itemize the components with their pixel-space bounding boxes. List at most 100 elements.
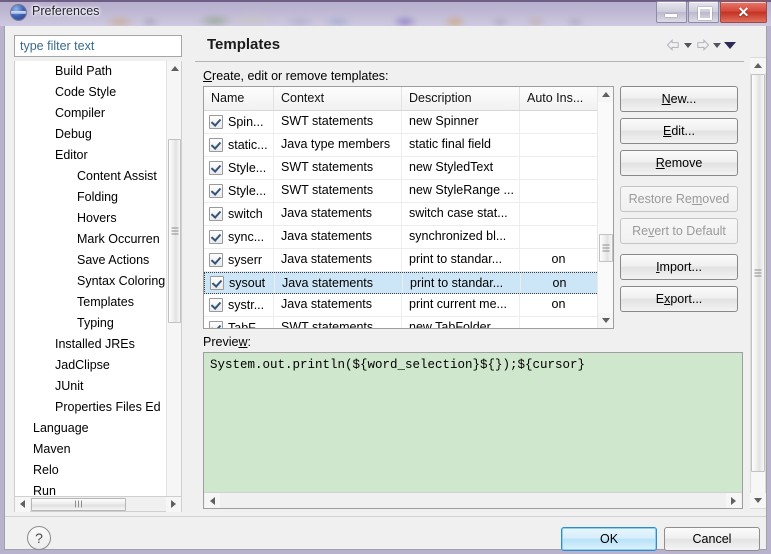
preview-scroll-right-arrow[interactable]: [726, 493, 741, 508]
preview-horizontal-scrollbar[interactable]: [204, 492, 742, 508]
minimize-icon: [665, 14, 677, 17]
page-scroll-thumb[interactable]: [751, 74, 765, 472]
checkbox-checked-icon[interactable]: [209, 115, 223, 129]
tree-hscroll-thumb[interactable]: [31, 497, 126, 511]
checkbox-checked-icon[interactable]: [209, 253, 223, 267]
table-scroll-thumb[interactable]: [599, 234, 613, 262]
preview-scroll-left-arrow[interactable]: [205, 493, 220, 508]
tree-item-installed-jres[interactable]: Installed JREs: [15, 334, 167, 355]
cancel-button[interactable]: Cancel: [664, 527, 760, 551]
tree-item-jadclipse[interactable]: JadClipse: [15, 355, 167, 376]
button-label-post: dit...: [671, 124, 695, 138]
tree-item-label: Compiler: [55, 106, 106, 120]
tree-vertical-scrollbar[interactable]: [166, 61, 181, 508]
tree-item-junit[interactable]: JUnit: [15, 376, 167, 397]
back-dropdown-icon[interactable]: [684, 42, 692, 48]
back-arrow-icon[interactable]: [666, 38, 681, 52]
column-header-description[interactable]: Description: [402, 87, 520, 110]
forward-dropdown-icon[interactable]: [713, 42, 721, 48]
column-header-context[interactable]: Context: [274, 87, 402, 110]
table-vertical-scrollbar[interactable]: [597, 87, 613, 328]
button-label-pre: E: [655, 292, 665, 306]
tree-item-syntax-coloring[interactable]: Syntax Coloring: [15, 271, 167, 292]
tree-item-relo[interactable]: Relo: [15, 460, 167, 481]
page-vertical-scrollbar[interactable]: [750, 57, 766, 509]
checkbox-checked-icon[interactable]: [209, 298, 223, 312]
tree-item-code-style[interactable]: Code Style: [15, 82, 167, 103]
table-row[interactable]: Style... SWT statements new StyleRange ...: [204, 180, 613, 203]
tree-item-mark-occurren[interactable]: Mark Occurren: [15, 229, 167, 250]
scroll-grip-icon: [74, 500, 83, 508]
filter-input[interactable]: type filter text: [14, 35, 182, 57]
tree-item-hovers[interactable]: Hovers: [15, 208, 167, 229]
tree-item-debug[interactable]: Debug: [15, 124, 167, 145]
scroll-grip-icon: [754, 269, 762, 277]
checkbox-checked-icon[interactable]: [209, 161, 223, 175]
page-scroll-up-arrow[interactable]: [750, 58, 766, 73]
tree-item-properties-files-ed[interactable]: Properties Files Ed: [15, 397, 167, 418]
templates-table[interactable]: Name Context Description Auto Ins... Spin..…: [203, 86, 614, 329]
forward-arrow-icon[interactable]: [695, 38, 710, 52]
tree-item-typing[interactable]: Typing: [15, 313, 167, 334]
help-icon[interactable]: ?: [27, 526, 51, 550]
tree-item-editor[interactable]: Editor: [15, 145, 167, 166]
close-button[interactable]: ✕: [720, 1, 767, 23]
tree-item-maven[interactable]: Maven: [15, 439, 167, 460]
table-row[interactable]: static... Java type members static final f…: [204, 134, 613, 157]
view-menu-dropdown-icon[interactable]: [724, 41, 736, 49]
tree-item-folding[interactable]: Folding: [15, 187, 167, 208]
cell-auto-insert: [520, 134, 598, 156]
export-button[interactable]: Ex port...: [620, 286, 738, 312]
checkbox-checked-icon[interactable]: [209, 321, 223, 328]
minimize-button[interactable]: [656, 1, 687, 23]
tree-item-language[interactable]: Language: [15, 418, 167, 439]
tree-item-build-path[interactable]: Build Path: [15, 61, 167, 82]
column-header-auto-ins[interactable]: Auto Ins...: [520, 87, 598, 110]
tree-horizontal-scrollbar[interactable]: [14, 496, 182, 512]
table-row[interactable]: TabF... SWT statements new TabFolder: [204, 317, 613, 328]
table-row[interactable]: switch Java statements switch case stat...: [204, 203, 613, 226]
column-header-name[interactable]: Name: [204, 87, 274, 110]
checkbox-checked-icon[interactable]: [209, 138, 223, 152]
cell-context: Java statements: [274, 226, 402, 248]
import-button[interactable]: Import...: [620, 254, 738, 280]
checkbox-checked-icon[interactable]: [209, 230, 223, 244]
table-row[interactable]: syserr Java statements print to standar...…: [204, 249, 613, 272]
tree-item-content-assist[interactable]: Content Assist: [15, 166, 167, 187]
table-row[interactable]: Spin... SWT statements new Spinner: [204, 111, 613, 134]
close-icon: ✕: [737, 3, 750, 20]
tree-scroll-right-arrow[interactable]: [166, 496, 181, 512]
remove-button[interactable]: Remove: [620, 150, 738, 176]
new-button[interactable]: New...: [620, 86, 738, 112]
tree-scroll-up-arrow[interactable]: [167, 61, 181, 76]
checkbox-checked-icon[interactable]: [209, 184, 223, 198]
table-row[interactable]: sync... Java statements synchronized bl...: [204, 226, 613, 249]
tree-item-label: Maven: [33, 442, 71, 456]
template-action-buttons: New... Edit... Remove Restore Re m oved Re v ert…: [620, 86, 738, 318]
tree-item-compiler[interactable]: Compiler: [15, 103, 167, 124]
table-scroll-up-arrow[interactable]: [598, 87, 613, 102]
checkbox-checked-icon[interactable]: [209, 207, 223, 221]
window-titlebar[interactable]: Preferences ✕: [0, 0, 771, 26]
preferences-dialog: Preferences ✕ type filter text Build Pat…: [0, 0, 771, 554]
ok-button[interactable]: OK: [561, 527, 657, 551]
cell-description: new StyleRange ...: [402, 180, 520, 202]
cell-context: SWT statements: [274, 157, 402, 179]
table-row[interactable]: Style... SWT statements new StyledText: [204, 157, 613, 180]
preview-pane[interactable]: System.out.println(${word_selection}${})…: [203, 352, 743, 509]
tree-item-save-actions[interactable]: Save Actions: [15, 250, 167, 271]
maximize-button[interactable]: [688, 1, 719, 23]
section-label-mnemonic: C: [203, 69, 213, 83]
edit-button[interactable]: Edit...: [620, 118, 738, 144]
preference-tree[interactable]: Build Path Code Style Compiler Debug Editor C…: [14, 61, 182, 509]
cell-description: switch case stat...: [402, 203, 520, 225]
tree-item-templates[interactable]: Templates: [15, 292, 167, 313]
table-row[interactable]: sysout Java statements print to standar...…: [204, 272, 613, 294]
table-scroll-down-arrow[interactable]: [598, 313, 613, 328]
page-scroll-down-arrow[interactable]: [750, 493, 766, 508]
tree-item-label: Syntax Coloring: [77, 274, 166, 288]
tree-scroll-left-arrow[interactable]: [15, 496, 30, 512]
checkbox-checked-icon[interactable]: [210, 276, 224, 290]
tree-scroll-thumb[interactable]: [168, 139, 181, 323]
table-row[interactable]: systr... Java statements print current me.…: [204, 294, 613, 317]
